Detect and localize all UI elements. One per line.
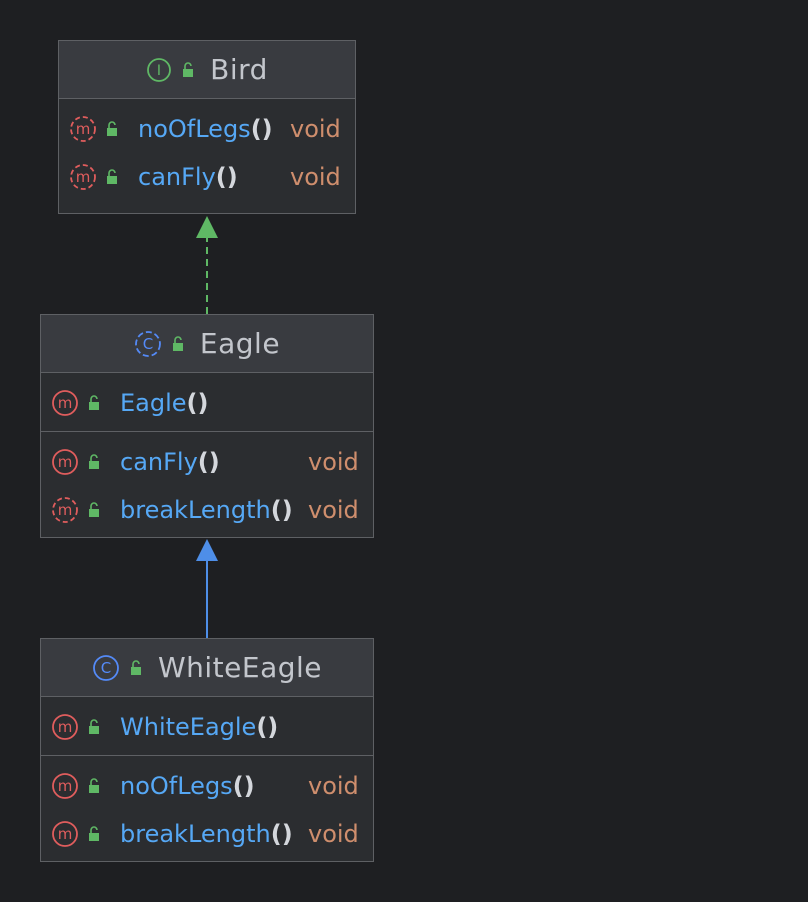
methods-section: m canFly() void m breakLength() void xyxy=(41,432,373,538)
class-header: C WhiteEagle xyxy=(41,639,373,697)
method-name: canFly() xyxy=(120,448,220,476)
svg-text:m: m xyxy=(76,168,91,186)
public-lock-icon xyxy=(89,778,99,793)
class-icon: C xyxy=(135,330,161,357)
class-header: I Bird xyxy=(59,41,355,99)
class-name: Eagle xyxy=(199,327,281,360)
interface-icon: I xyxy=(147,57,172,82)
public-lock-icon xyxy=(172,335,183,351)
abstract-method-icon: m xyxy=(70,164,96,190)
constructors-section: m Eagle() xyxy=(41,373,373,432)
constructor-name: WhiteEagle() xyxy=(120,713,279,741)
public-lock-icon xyxy=(89,826,99,841)
public-lock-icon xyxy=(89,454,99,469)
uml-diagram-canvas: I Bird m noOfLegs() void m canFly() void… xyxy=(0,0,808,902)
class-header: C Eagle xyxy=(41,315,373,373)
method-row[interactable]: m canFly() void xyxy=(41,438,373,486)
constructor-name: Eagle() xyxy=(120,389,209,417)
return-type: void xyxy=(308,448,359,476)
method-row[interactable]: m breakLength() void xyxy=(41,486,373,534)
method-name: noOfLegs() xyxy=(120,772,255,800)
realization-arrowhead xyxy=(196,216,218,238)
public-lock-icon xyxy=(183,61,194,77)
methods-section: m noOfLegs() void m canFly() void xyxy=(59,99,355,205)
public-lock-icon xyxy=(130,659,141,675)
constructors-section: m WhiteEagle() xyxy=(41,697,373,756)
svg-text:m: m xyxy=(58,453,73,471)
svg-text:m: m xyxy=(58,825,73,843)
return-type: void xyxy=(308,772,359,800)
public-lock-icon xyxy=(89,719,99,734)
uml-class-white-eagle[interactable]: C WhiteEagle m WhiteEagle() m noOfLegs()… xyxy=(40,638,374,862)
method-row[interactable]: m breakLength() void xyxy=(41,810,373,858)
method-icon: m xyxy=(52,390,78,416)
public-lock-icon xyxy=(107,121,117,136)
svg-text:m: m xyxy=(76,120,91,138)
method-row[interactable]: m noOfLegs() void xyxy=(41,762,373,810)
constructor-row[interactable]: m WhiteEagle() xyxy=(41,703,373,751)
method-icon: m xyxy=(52,821,78,847)
method-name: canFly() xyxy=(138,163,238,191)
return-type: void xyxy=(290,163,341,191)
generalization-arrowhead xyxy=(196,539,218,561)
public-lock-icon xyxy=(89,395,99,410)
class-icon: C xyxy=(93,654,119,681)
svg-text:C: C xyxy=(143,335,153,353)
svg-text:m: m xyxy=(58,777,73,795)
return-type: void xyxy=(290,115,341,143)
method-name: noOfLegs() xyxy=(138,115,273,143)
uml-class-eagle[interactable]: C Eagle m Eagle() m canFly() void m brea… xyxy=(40,314,374,538)
method-row[interactable]: m noOfLegs() void xyxy=(59,105,355,153)
abstract-method-icon: m xyxy=(52,497,78,523)
svg-text:m: m xyxy=(58,718,73,736)
methods-section: m noOfLegs() void m breakLength() void xyxy=(41,756,373,862)
class-name: WhiteEagle xyxy=(157,651,323,684)
constructor-row[interactable]: m Eagle() xyxy=(41,379,373,427)
svg-text:I: I xyxy=(157,63,161,79)
method-icon: m xyxy=(52,449,78,475)
public-lock-icon xyxy=(107,169,117,184)
class-name: Bird xyxy=(210,53,268,86)
method-icon: m xyxy=(52,773,78,799)
method-row[interactable]: m canFly() void xyxy=(59,153,355,201)
method-icon: m xyxy=(52,714,78,740)
uml-interface-bird[interactable]: I Bird m noOfLegs() void m canFly() void xyxy=(58,40,356,214)
return-type: void xyxy=(308,496,359,524)
method-name: breakLength() xyxy=(120,496,293,524)
public-lock-icon xyxy=(89,502,99,517)
svg-text:m: m xyxy=(58,394,73,412)
svg-text:C: C xyxy=(101,659,111,677)
abstract-method-icon: m xyxy=(70,116,96,142)
method-name: breakLength() xyxy=(120,820,293,848)
return-type: void xyxy=(308,820,359,848)
svg-text:m: m xyxy=(58,501,73,519)
